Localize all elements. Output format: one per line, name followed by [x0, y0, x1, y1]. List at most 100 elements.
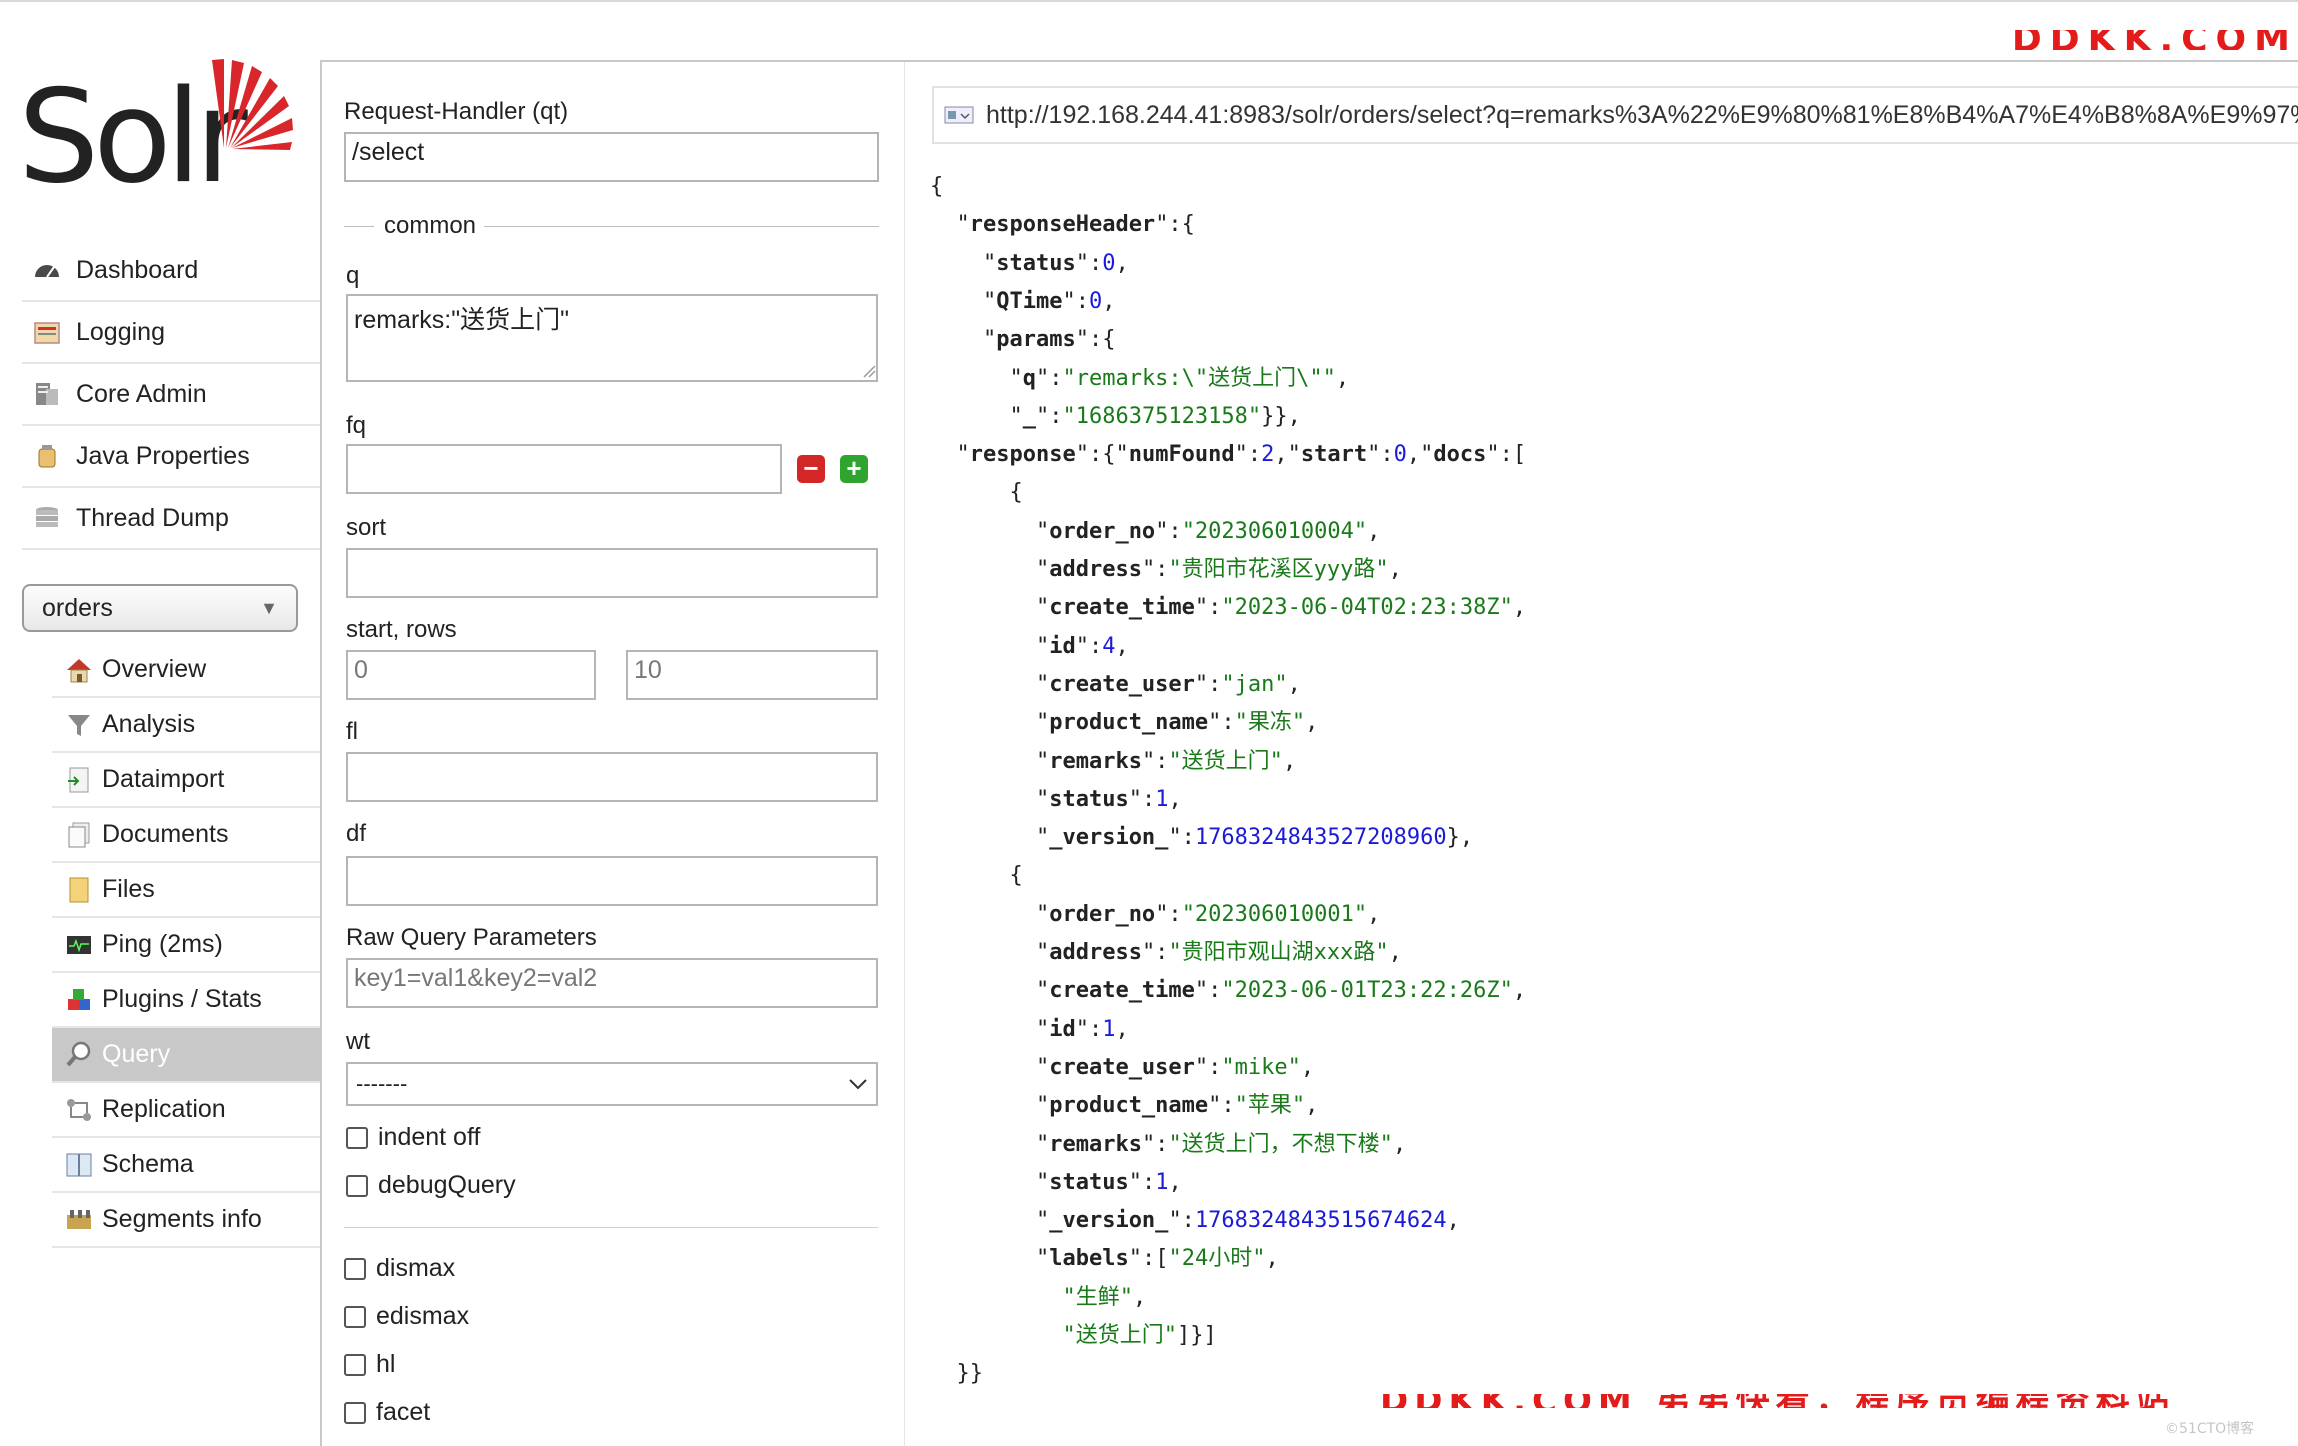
q-textarea[interactable]: remarks:"送货上门" — [346, 294, 878, 382]
indent-checkbox[interactable]: indent off — [346, 1123, 480, 1152]
core-nav-ping[interactable]: Ping (2ms) — [52, 918, 320, 973]
json-punct: }, — [1446, 825, 1474, 851]
core-selector[interactable]: orders ▼ — [22, 584, 298, 632]
request-handler-input[interactable]: /select — [344, 132, 879, 182]
json-key: QTime — [996, 288, 1063, 314]
json-key: create_time — [1049, 978, 1195, 1004]
json-punct: , — [1305, 1093, 1319, 1119]
wt-select[interactable]: ------- — [346, 1062, 878, 1106]
fl-input[interactable] — [346, 752, 878, 802]
main-left-border — [320, 60, 322, 1446]
nav-logging[interactable]: Logging — [22, 302, 320, 364]
json-line: { — [930, 474, 1022, 512]
json-number: 1 — [1102, 1016, 1116, 1042]
json-punct: ": — [1062, 288, 1089, 314]
core-selector-value: orders — [42, 593, 113, 622]
json-line: { — [930, 168, 943, 206]
json-punct: , — [1335, 365, 1350, 391]
watermark-faint: ©51CTO博客 — [2165, 1421, 2255, 1437]
facet-checkbox[interactable]: facet — [344, 1398, 430, 1427]
top-border — [0, 0, 2298, 2]
documents-icon — [68, 822, 90, 847]
checkbox-box[interactable] — [346, 1126, 368, 1149]
add-fq-button[interactable]: + — [840, 455, 868, 483]
nav-java-properties[interactable]: Java Properties — [22, 426, 320, 488]
json-punct — [930, 1323, 1062, 1348]
sort-label: sort — [346, 514, 387, 541]
nav-core-admin[interactable]: Core Admin — [22, 364, 320, 426]
checkbox-box[interactable] — [346, 1174, 368, 1197]
core-nav-schema[interactable]: Schema — [52, 1138, 320, 1193]
core-nav-replication[interactable]: Replication — [52, 1083, 320, 1138]
json-punct: ": — [1367, 442, 1394, 468]
json-punct: ]}] — [1176, 1323, 1217, 1348]
json-line: "response":{"numFound":2,"start":0,"docs… — [930, 436, 1526, 474]
fq-input[interactable] — [346, 444, 782, 494]
home-icon — [67, 658, 91, 682]
resize-grip-icon[interactable] — [862, 364, 876, 378]
json-punct: " — [930, 327, 997, 353]
checkbox-box[interactable] — [344, 1257, 366, 1280]
json-punct: , — [1115, 250, 1129, 276]
ping-icon — [67, 935, 91, 954]
common-legend-text: common — [376, 212, 485, 240]
json-number: 0 — [1102, 250, 1116, 276]
json-punct: ": — [1035, 403, 1063, 429]
json-line: "_":"1686375123158"}}, — [930, 398, 1300, 436]
json-punct: ":[ — [1486, 442, 1527, 468]
core-nav-analysis[interactable]: Analysis — [52, 698, 320, 753]
raw-params-input[interactable]: key1=val1&key2=val2 — [346, 958, 878, 1008]
core-nav-dataimport[interactable]: Dataimport — [52, 753, 320, 808]
sort-input[interactable] — [346, 548, 878, 598]
json-punct: " — [930, 250, 997, 276]
json-line: "_version_":1768324843527208960}, — [930, 819, 1473, 857]
remove-fq-button[interactable]: − — [797, 455, 825, 483]
core-nav-documents[interactable]: Documents — [52, 808, 320, 863]
core-nav-label: Ping (2ms) — [102, 930, 223, 958]
core-nav-segments[interactable]: Segments info — [52, 1193, 320, 1248]
json-string: "1686375123158" — [1062, 403, 1262, 429]
minus-icon: − — [803, 453, 819, 483]
json-punct: , — [1512, 595, 1527, 621]
json-line: "status":1, — [930, 1164, 1182, 1202]
core-admin-icon — [36, 383, 58, 405]
checkbox-box[interactable] — [344, 1401, 366, 1424]
response-url-bar[interactable]: http://192.168.244.41:8983/solr/orders/s… — [932, 86, 2298, 144]
nav-dashboard[interactable]: Dashboard — [22, 240, 320, 302]
start-input[interactable]: 0 — [346, 650, 596, 700]
core-nav: Overview Analysis Dataimport Documents F… — [52, 643, 320, 1248]
request-handler-label: Request-Handler (qt) — [344, 98, 569, 125]
dismax-checkbox[interactable]: dismax — [344, 1254, 455, 1283]
core-nav-label: Plugins / Stats — [102, 985, 262, 1013]
response-url[interactable]: http://192.168.244.41:8983/solr/orders/s… — [986, 101, 2298, 130]
df-input[interactable] — [346, 856, 878, 906]
json-number: 1768324843527208960 — [1194, 825, 1447, 851]
json-key: status — [1049, 786, 1129, 812]
json-punct: ": — [1194, 1054, 1222, 1080]
json-punct: , — [1132, 1284, 1147, 1310]
edismax-checkbox[interactable]: edismax — [344, 1302, 469, 1331]
core-nav-query[interactable]: Query — [52, 1028, 320, 1083]
json-punct: " — [930, 901, 1050, 927]
json-line: "status":0, — [930, 245, 1129, 283]
debugquery-checkbox[interactable]: debugQuery — [346, 1171, 516, 1200]
json-key: numFound — [1128, 442, 1235, 468]
core-nav-label: Query — [102, 1040, 171, 1068]
core-nav-overview[interactable]: Overview — [52, 643, 320, 698]
json-string: "202306010004" — [1181, 518, 1368, 544]
core-nav-plugins[interactable]: Plugins / Stats — [52, 973, 320, 1028]
checkbox-box[interactable] — [344, 1353, 366, 1376]
nav-thread-dump[interactable]: Thread Dump — [22, 488, 320, 550]
json-punct: ," — [1406, 442, 1434, 468]
solr-logo[interactable]: Solr — [18, 58, 293, 202]
json-punct: " — [930, 1208, 1050, 1234]
hl-checkbox[interactable]: hl — [344, 1350, 395, 1379]
json-key: remarks — [1049, 748, 1142, 774]
rows-input[interactable]: 10 — [626, 650, 878, 700]
query-icon — [66, 1041, 91, 1066]
checkbox-box[interactable] — [344, 1305, 366, 1328]
json-line: "remarks":"送货上门，不想下楼", — [930, 1126, 1406, 1164]
json-string: "2023-06-01T23:22:26Z" — [1221, 978, 1513, 1004]
core-nav-files[interactable]: Files — [52, 863, 320, 918]
json-punct: , — [1115, 633, 1129, 659]
